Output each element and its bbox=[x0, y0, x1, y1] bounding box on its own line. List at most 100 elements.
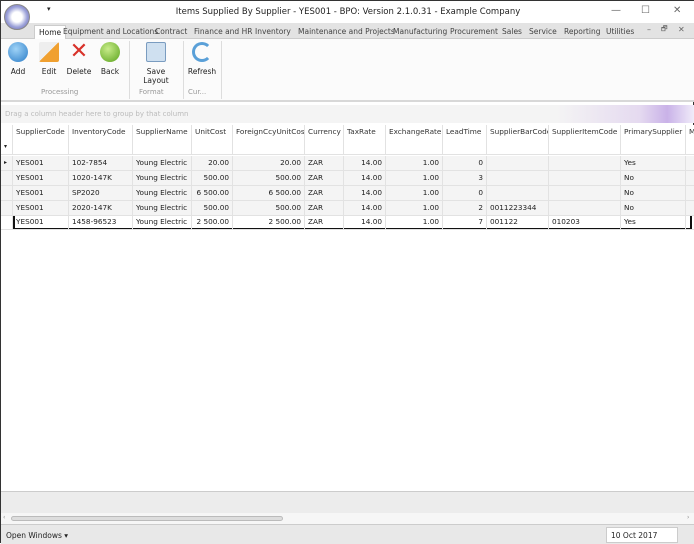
open-windows-button[interactable]: Open Windows ▾ bbox=[6, 531, 68, 540]
cell-supplieritemcode[interactable] bbox=[549, 156, 621, 171]
column-header-inventorycode[interactable]: InventoryCode bbox=[69, 125, 133, 140]
minimize-button[interactable]: — bbox=[611, 5, 621, 16]
column-header-foreignccyunitcost[interactable]: ForeignCcyUnitCost bbox=[233, 125, 305, 140]
refresh-button[interactable]: Refresh bbox=[187, 42, 217, 76]
cell-primarysupplier[interactable]: Yes bbox=[621, 215, 686, 230]
cell-inventorycode[interactable]: SP2020 bbox=[69, 186, 133, 201]
cell-currency[interactable]: ZAR bbox=[305, 215, 344, 230]
cell-currency[interactable]: ZAR bbox=[305, 171, 344, 186]
scrollbar-thumb[interactable] bbox=[11, 516, 283, 521]
edit-button[interactable]: Edit bbox=[38, 42, 60, 76]
column-header-suppliername[interactable]: SupplierName bbox=[133, 125, 192, 140]
tab-finance-and-hr[interactable]: Finance and HR bbox=[194, 25, 252, 39]
cell-inventorycode[interactable]: 102-7854 bbox=[69, 156, 133, 171]
row-indicator[interactable] bbox=[1, 171, 13, 186]
tab-utilities[interactable]: Utilities bbox=[606, 25, 634, 39]
cell-taxrate[interactable]: 14.00 bbox=[344, 201, 386, 216]
current-row-icon[interactable]: ▸ bbox=[1, 156, 13, 171]
mdi-minimize-button[interactable]: – bbox=[647, 25, 651, 34]
column-header-supplierbarcode[interactable]: SupplierBarCode bbox=[487, 125, 549, 140]
cell-primarysupplier[interactable]: Yes bbox=[621, 156, 686, 171]
cell-taxrate[interactable]: 14.00 bbox=[344, 171, 386, 186]
cell-unitcost[interactable]: 20.00 bbox=[192, 156, 233, 171]
cell-supplierbarcode[interactable] bbox=[487, 171, 549, 186]
filter-icon[interactable]: ▾ bbox=[1, 140, 13, 155]
filter-cell[interactable] bbox=[233, 140, 305, 155]
cell-suppliername[interactable]: Young Electric bbox=[133, 156, 192, 171]
cell-exchangerate[interactable]: 1.00 bbox=[386, 186, 443, 201]
row-indicator[interactable] bbox=[1, 215, 13, 230]
table-row[interactable]: YES001 2020-147K Young Electric 500.00 500.0… bbox=[1, 201, 694, 216]
cell-exchangerate[interactable]: 1.00 bbox=[386, 156, 443, 171]
row-indicator[interactable] bbox=[1, 201, 13, 216]
cell-currency[interactable]: ZAR bbox=[305, 156, 344, 171]
save-layout-button[interactable]: Save Layout bbox=[133, 42, 179, 85]
filter-cell[interactable] bbox=[133, 140, 192, 155]
cell-currency[interactable]: ZAR bbox=[305, 186, 344, 201]
delete-button[interactable]: ✕ Delete bbox=[66, 41, 92, 77]
date-field[interactable]: 10 Oct 2017 bbox=[606, 527, 678, 543]
cell-leadtime[interactable]: 0 bbox=[443, 186, 487, 201]
column-header-taxrate[interactable]: TaxRate bbox=[344, 125, 386, 140]
column-header-leadtime[interactable]: LeadTime bbox=[443, 125, 487, 140]
column-header-supplieritemcode[interactable]: SupplierItemCode bbox=[549, 125, 621, 140]
add-button[interactable]: Add bbox=[7, 42, 29, 76]
back-button[interactable]: Back bbox=[99, 42, 121, 76]
app-logo-icon[interactable] bbox=[4, 4, 30, 30]
cell-unitcost[interactable]: 6 500.00 bbox=[192, 186, 233, 201]
cell-exchangerate[interactable]: 1.00 bbox=[386, 215, 443, 230]
row-indicator[interactable] bbox=[1, 125, 13, 140]
cell-suppliercode[interactable]: YES001 bbox=[13, 215, 69, 230]
tab-service[interactable]: Service bbox=[529, 25, 557, 39]
maximize-button[interactable]: ☐ bbox=[641, 5, 650, 16]
filter-cell[interactable] bbox=[686, 140, 694, 155]
cell-inventorycode[interactable]: 2020-147K bbox=[69, 201, 133, 216]
cell-m[interactable] bbox=[686, 215, 694, 230]
cell-primarysupplier[interactable]: No bbox=[621, 171, 686, 186]
cell-primarysupplier[interactable]: No bbox=[621, 201, 686, 216]
cell-unitcost[interactable]: 500.00 bbox=[192, 201, 233, 216]
cell-supplierbarcode[interactable]: 001122 bbox=[487, 215, 549, 230]
cell-taxrate[interactable]: 14.00 bbox=[344, 156, 386, 171]
tab-home[interactable]: Home bbox=[34, 25, 67, 39]
column-header-primarysupplier[interactable]: PrimarySupplier bbox=[621, 125, 686, 140]
cell-primarysupplier[interactable]: No bbox=[621, 186, 686, 201]
column-header-m[interactable]: M bbox=[686, 125, 694, 140]
cell-m[interactable] bbox=[686, 171, 694, 186]
cell-m[interactable] bbox=[686, 156, 694, 171]
cell-foreignccyunitcost[interactable]: 20.00 bbox=[233, 156, 305, 171]
cell-supplierbarcode[interactable] bbox=[487, 186, 549, 201]
cell-foreignccyunitcost[interactable]: 6 500.00 bbox=[233, 186, 305, 201]
filter-cell[interactable] bbox=[621, 140, 686, 155]
cell-supplieritemcode[interactable] bbox=[549, 186, 621, 201]
filter-cell[interactable] bbox=[69, 140, 133, 155]
column-header-unitcost[interactable]: UnitCost bbox=[192, 125, 233, 140]
cell-exchangerate[interactable]: 1.00 bbox=[386, 201, 443, 216]
cell-suppliername[interactable]: Young Electric bbox=[133, 201, 192, 216]
cell-inventorycode[interactable]: 1458-96523 bbox=[69, 215, 133, 230]
tab-reporting[interactable]: Reporting bbox=[564, 25, 600, 39]
close-button[interactable]: ✕ bbox=[673, 5, 681, 16]
cell-suppliercode[interactable]: YES001 bbox=[13, 201, 69, 216]
cell-leadtime[interactable]: 0 bbox=[443, 156, 487, 171]
column-header-currency[interactable]: Currency bbox=[305, 125, 344, 140]
filter-cell[interactable] bbox=[344, 140, 386, 155]
row-indicator[interactable] bbox=[1, 186, 13, 201]
tab-maintenance-and-projects[interactable]: Maintenance and Projects bbox=[298, 25, 395, 39]
cell-suppliername[interactable]: Young Electric bbox=[133, 171, 192, 186]
tab-manufacturing[interactable]: Manufacturing bbox=[393, 25, 447, 39]
table-row[interactable]: YES001 1020-147K Young Electric 500.00 500.0… bbox=[1, 171, 694, 186]
column-header-suppliercode[interactable]: SupplierCode bbox=[13, 125, 69, 140]
filter-cell[interactable] bbox=[487, 140, 549, 155]
cell-leadtime[interactable]: 7 bbox=[443, 215, 487, 230]
cell-m[interactable] bbox=[686, 186, 694, 201]
filter-cell[interactable] bbox=[443, 140, 487, 155]
cell-supplieritemcode[interactable]: 010203 bbox=[549, 215, 621, 230]
cell-currency[interactable]: ZAR bbox=[305, 201, 344, 216]
cell-unitcost[interactable]: 2 500.00 bbox=[192, 215, 233, 230]
mdi-close-button[interactable]: ✕ bbox=[678, 25, 685, 34]
filter-cell[interactable] bbox=[549, 140, 621, 155]
cell-suppliercode[interactable]: YES001 bbox=[13, 171, 69, 186]
tab-inventory[interactable]: Inventory bbox=[255, 25, 291, 39]
filter-row[interactable]: ▾ bbox=[1, 140, 694, 155]
